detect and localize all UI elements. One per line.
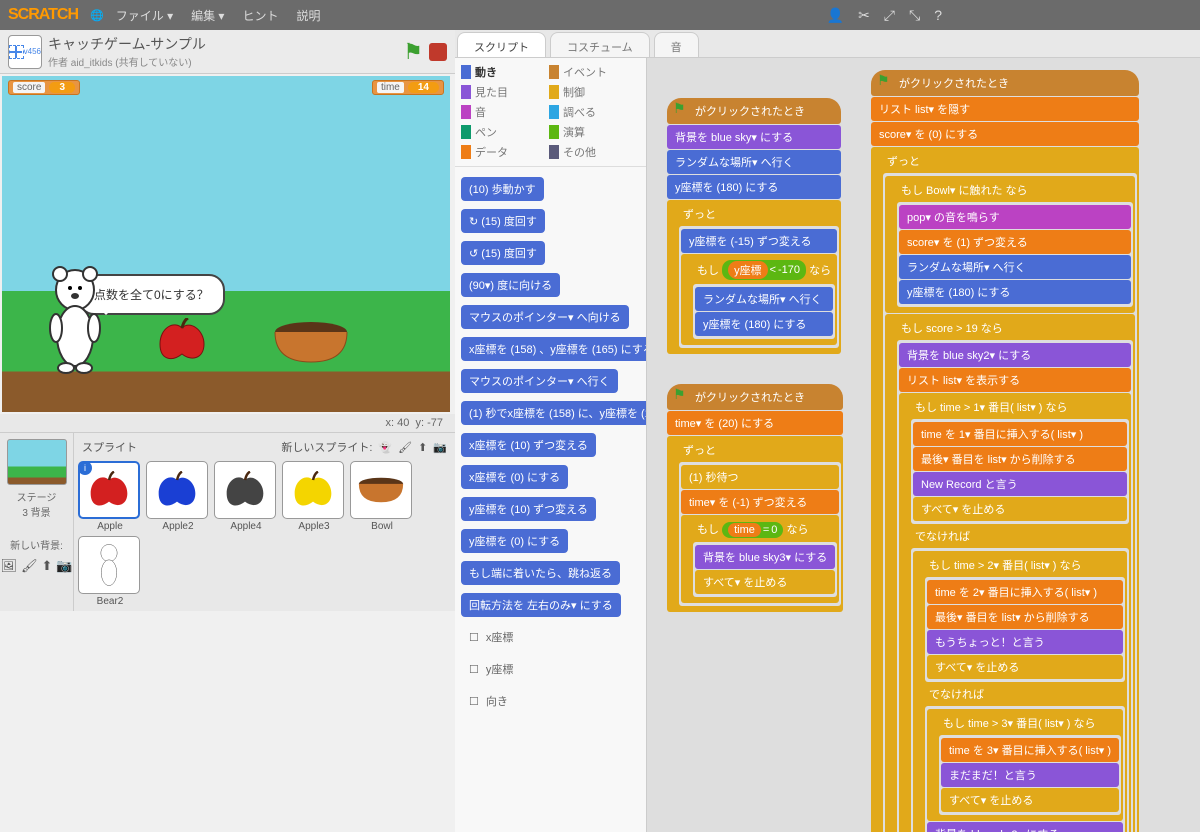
stamp-icon[interactable]: 👤 (827, 7, 844, 24)
sprite-apple4[interactable] (214, 461, 276, 519)
sprite-upload-icon[interactable]: ⬆ (418, 441, 427, 454)
palette-block[interactable]: x座標 (461, 625, 521, 649)
view-mode-icon[interactable]: v456 (8, 35, 42, 69)
tool-icons: 👤 ✂ ⤢ ⤡ ? (827, 7, 942, 24)
script-stack-2[interactable]: がクリックされたとき time▾ を (20) にする ずっと (1) 秒待つ … (667, 384, 843, 613)
palette-block[interactable]: (1) 秒でx座標を (158) に、y座標を (16 (461, 401, 647, 425)
category-イベント[interactable]: イベント (547, 62, 635, 82)
stage-column: ステージ 3 背景 新しい背景: 🖼 🖌 ⬆ 📷 (0, 433, 74, 611)
sprite-apple[interactable]: i (78, 461, 140, 519)
category-調べる[interactable]: 調べる (547, 102, 635, 122)
sprite-grid: iApple Apple2 Apple4 Apple3 Bowl Bear2 (78, 461, 451, 607)
tab-scripts[interactable]: スクリプト (457, 32, 546, 57)
bear-sprite[interactable] (46, 262, 104, 374)
sprite-apple2[interactable] (146, 461, 208, 519)
script-stack-3[interactable]: がクリックされたとき リスト list▾ を隠す score▾ を (0) にす… (871, 70, 1139, 832)
sprite-panel: ステージ 3 背景 新しい背景: 🖼 🖌 ⬆ 📷 スプライト 新しいスプライト:… (0, 432, 455, 611)
menu-about[interactable]: 説明 (296, 7, 320, 24)
time-display: time 14 (372, 80, 444, 95)
stop-button[interactable] (429, 43, 447, 61)
palette-block[interactable]: y座標を (10) ずつ変える (461, 497, 596, 521)
palette-block[interactable]: 回転方法を 左右のみ▾ にする (461, 593, 621, 617)
sprite-bowl[interactable] (350, 461, 412, 519)
scissors-icon[interactable]: ✂ (858, 7, 870, 24)
palette-block[interactable]: y座標を (0) にする (461, 529, 568, 553)
sprites-header: スプライト (82, 439, 137, 455)
category-動き[interactable]: 動き (459, 62, 547, 82)
palette-block[interactable]: ↻ (15) 度回す (461, 209, 545, 233)
category-その他[interactable]: その他 (547, 142, 635, 162)
top-bar: SCRATCH 🌐 ファイル ▾ 編集 ▾ ヒント 説明 👤 ✂ ⤢ ⤡ ? (0, 0, 1200, 30)
stage-thumbnail[interactable] (7, 439, 67, 485)
stage[interactable]: score 3 time 14 点数を全て0にする？ (2, 76, 450, 412)
palette-block[interactable]: マウスのポインター▾ へ行く (461, 369, 618, 393)
tab-costumes[interactable]: コスチューム (550, 32, 650, 57)
score-display: score 3 (8, 80, 80, 95)
category-ペン[interactable]: ペン (459, 122, 547, 142)
palette-block[interactable]: (90▾) 度に向ける (461, 273, 560, 297)
globe-icon[interactable]: 🌐 (90, 9, 104, 22)
project-title[interactable]: キャッチゲーム-サンプル (48, 34, 397, 54)
category-演算[interactable]: 演算 (547, 122, 635, 142)
palette-block[interactable]: 向き (461, 689, 516, 713)
grow-icon[interactable]: ⤢ (884, 7, 895, 24)
menu-file[interactable]: ファイル ▾ (116, 7, 173, 24)
help-icon[interactable]: ? (934, 7, 942, 24)
palette-block[interactable]: (10) 歩動かす (461, 177, 544, 201)
scratch-logo[interactable]: SCRATCH (8, 6, 78, 24)
project-header: v456 キャッチゲーム-サンプル 作者 aid_itkids (共有していない… (0, 30, 455, 74)
script-stack-1[interactable]: がクリックされたとき 背景を blue sky▾ にする ランダムな場所▾ へ行… (667, 98, 841, 355)
menu-edit[interactable]: 編集 ▾ (191, 7, 224, 24)
stage-coords: x: 40 y: -77 (0, 414, 455, 432)
palette-block[interactable]: y座標 (461, 657, 521, 681)
bg-library-icon[interactable]: 🖼 (0, 558, 17, 574)
palette-block[interactable]: x座標を (158) 、y座標を (165) にする (461, 337, 647, 361)
category-制御[interactable]: 制御 (547, 82, 635, 102)
sprite-paint-icon[interactable]: 🖌 (398, 441, 412, 454)
project-author: 作者 aid_itkids (共有していない) (48, 54, 397, 69)
shrink-icon[interactable]: ⤡ (909, 7, 920, 24)
sprite-bear2[interactable] (78, 536, 140, 594)
palette-block[interactable]: x座標を (10) ずつ変える (461, 433, 596, 457)
bg-upload-icon[interactable]: ⬆ (41, 558, 52, 574)
green-flag-icon[interactable]: ⚑ (403, 39, 423, 65)
left-panel: v456 キャッチゲーム-サンプル 作者 aid_itkids (共有していない… (0, 30, 455, 832)
tab-sounds[interactable]: 音 (654, 32, 699, 57)
palette-block[interactable]: ↺ (15) 度回す (461, 241, 545, 265)
palette-block[interactable]: x座標を (0) にする (461, 465, 568, 489)
palette-block[interactable]: マウスのポインター▾ へ向ける (461, 305, 629, 329)
category-音[interactable]: 音 (459, 102, 547, 122)
bg-paint-icon[interactable]: 🖌 (21, 558, 38, 574)
scripts-area[interactable]: がクリックされたとき 背景を blue sky▾ にする ランダムな場所▾ へ行… (647, 58, 1200, 832)
right-panel: スクリプト コスチューム 音 動きイベント見た目制御音調べるペン演算データその他… (455, 30, 1200, 832)
sprite-apple3[interactable] (282, 461, 344, 519)
category-データ[interactable]: データ (459, 142, 547, 162)
category-見た目[interactable]: 見た目 (459, 82, 547, 102)
bg-camera-icon[interactable]: 📷 (56, 558, 72, 574)
top-menu: ファイル ▾ 編集 ▾ ヒント 説明 (116, 7, 321, 24)
palette-block[interactable]: もし端に着いたら、跳ね返る (461, 561, 620, 585)
apple-sprite[interactable] (158, 318, 206, 362)
block-palette: 動きイベント見た目制御音調べるペン演算データその他 (10) 歩動かす ↻ (15… (455, 58, 647, 832)
menu-tips[interactable]: ヒント (242, 7, 278, 24)
editor-tabs: スクリプト コスチューム 音 (455, 30, 1200, 58)
bowl-sprite[interactable] (272, 320, 350, 364)
sprite-library-icon[interactable]: 👻 (378, 441, 392, 454)
sprite-camera-icon[interactable]: 📷 (433, 441, 447, 454)
